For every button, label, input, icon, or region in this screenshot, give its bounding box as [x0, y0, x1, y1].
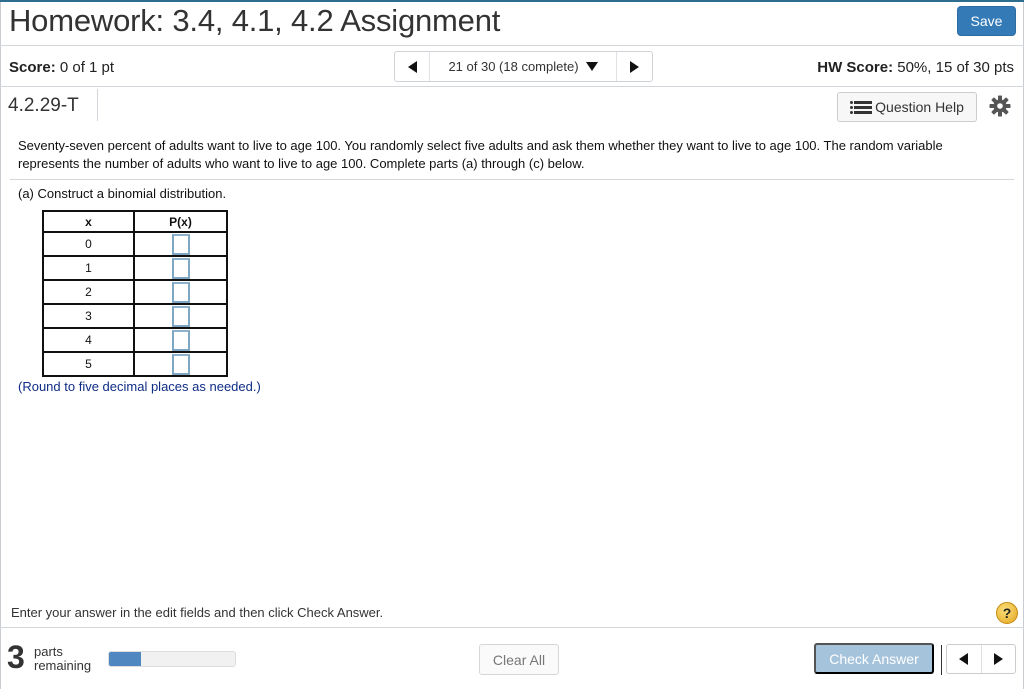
table-row: 1 — [42, 255, 228, 281]
divider — [0, 86, 1024, 87]
clear-all-button[interactable]: Clear All — [479, 644, 559, 675]
list-icon — [850, 100, 873, 114]
question-select-dropdown[interactable]: 21 of 30 (18 complete) — [430, 52, 617, 81]
arrow-left-icon — [407, 60, 417, 73]
check-answer-button[interactable]: Check Answer — [814, 643, 934, 674]
next-question-button[interactable] — [982, 645, 1016, 673]
parts-label-line2: remaining — [34, 658, 92, 673]
question-id: 4.2.29-T — [8, 95, 79, 116]
table-row: 2 — [42, 279, 228, 305]
question-position: 21 of 30 (18 complete) — [448, 59, 579, 74]
question-navigator: 21 of 30 (18 complete) — [394, 51, 653, 82]
question-text: Seventy-seven percent of adults want to … — [18, 138, 943, 171]
divider — [0, 627, 1024, 628]
px-answer-input[interactable] — [171, 329, 190, 351]
question-score: Score: 0 of 1 pt — [9, 59, 114, 76]
divider — [0, 45, 1024, 46]
px-answer-input[interactable] — [171, 257, 190, 279]
hw-score-label: HW Score: — [817, 59, 894, 76]
x-value: 5 — [42, 351, 135, 377]
hw-score: HW Score: 50%, 15 of 30 pts — [817, 59, 1014, 76]
table-row: 5 — [42, 351, 228, 377]
divider — [10, 179, 1014, 180]
x-value: 2 — [42, 279, 135, 305]
arrow-right-icon — [630, 60, 639, 73]
part-a-prompt: (a) Construct a binomial distribution. — [18, 186, 227, 201]
parts-remaining-count: 3 — [7, 639, 25, 675]
px-answer-input[interactable] — [171, 353, 190, 375]
x-value: 4 — [42, 327, 135, 353]
x-value: 0 — [42, 231, 135, 257]
divider — [941, 645, 942, 675]
previous-question-button[interactable] — [947, 645, 982, 673]
chevron-down-icon — [585, 62, 598, 71]
x-value: 3 — [42, 303, 135, 329]
table-row: 0 — [42, 231, 228, 257]
px-answer-input[interactable] — [171, 233, 190, 255]
table-row: 3 — [42, 303, 228, 329]
save-button[interactable]: Save — [957, 6, 1016, 36]
previous-question-button[interactable] — [395, 52, 430, 81]
rounding-note: (Round to five decimal places as needed.… — [18, 379, 261, 394]
parts-label-line1: parts — [34, 644, 63, 659]
question-help-label: Question Help — [875, 99, 964, 115]
score-label: Score: — [9, 59, 56, 76]
score-value: 0 of 1 pt — [59, 59, 115, 76]
divider — [97, 89, 98, 121]
parts-progress-bar — [108, 651, 236, 667]
instruction-text: Enter your answer in the edit fields and… — [11, 605, 384, 620]
bottom-question-navigator — [946, 644, 1016, 674]
column-header-x: x — [42, 210, 135, 233]
px-answer-input[interactable] — [171, 281, 190, 303]
top-accent-line — [0, 0, 1024, 2]
next-question-button[interactable] — [617, 52, 652, 81]
x-value: 1 — [42, 255, 135, 281]
binomial-distribution-table: x P(x) 0 1 2 3 4 5 — [42, 210, 228, 377]
table-row: 4 — [42, 327, 228, 353]
hw-score-value: 50%, 15 of 30 pts — [897, 59, 1014, 76]
progress-fill — [109, 652, 141, 666]
question-help-button[interactable]: Question Help — [837, 92, 977, 122]
column-header-px: P(x) — [133, 210, 228, 233]
px-answer-input[interactable] — [171, 305, 190, 327]
arrow-right-icon — [993, 653, 1003, 665]
table-header-row: x P(x) — [42, 210, 228, 233]
frame-border-left — [0, 2, 1, 689]
help-icon[interactable]: ? — [996, 602, 1018, 624]
page-title: Homework: 3.4, 4.1, 4.2 Assignment — [9, 3, 501, 38]
parts-remaining-label: parts remaining — [34, 645, 91, 673]
arrow-left-icon — [959, 653, 969, 665]
gear-icon[interactable] — [988, 94, 1012, 118]
